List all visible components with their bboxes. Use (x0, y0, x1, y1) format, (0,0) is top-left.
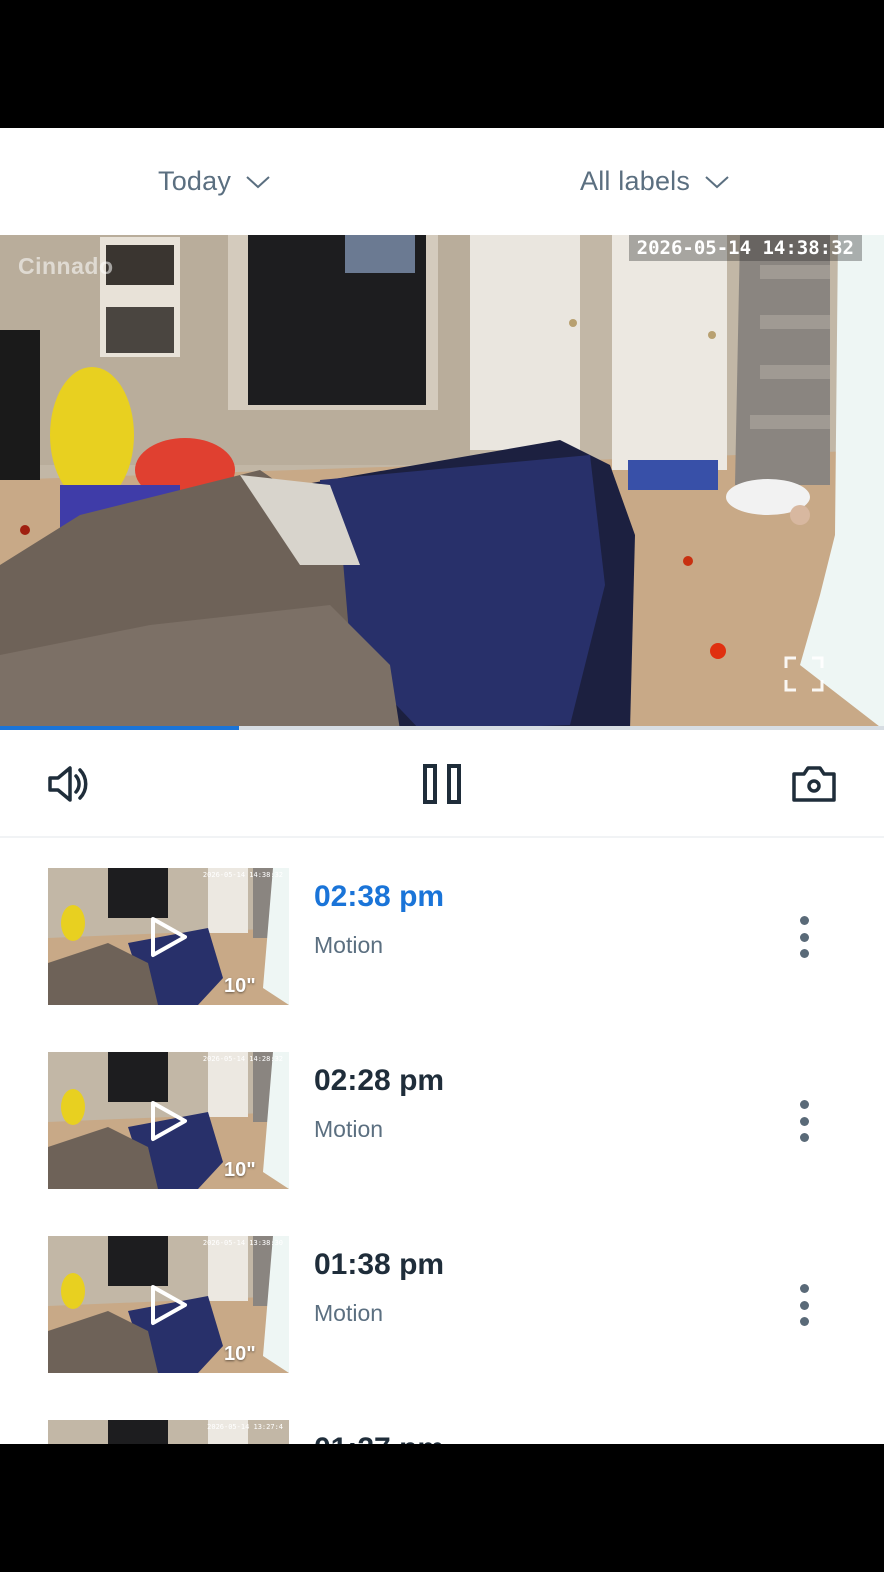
event-time: 01:27 pm (314, 1432, 444, 1444)
event-time: 01:38 pm (314, 1248, 445, 1281)
event-history-screen: Today All labels Cinnado 2026-05-14 14:3… (0, 128, 884, 1444)
event-list-item[interactable]: 2026-05-14 14:38:32 10" 02:38 pm Motion (0, 838, 884, 1023)
filter-row: Today All labels (0, 128, 884, 235)
more-options-icon[interactable] (792, 912, 816, 962)
event-thumbnail[interactable]: 2026-05-14 14:28:32 10" (48, 1052, 289, 1189)
speaker-icon[interactable] (44, 760, 92, 808)
play-icon (151, 917, 187, 957)
more-options-icon[interactable] (792, 1280, 816, 1330)
fullscreen-icon[interactable] (784, 656, 824, 692)
event-label: Motion (314, 1116, 384, 1142)
date-filter-dropdown[interactable]: Today (158, 166, 271, 197)
navigation-bar-area (0, 1444, 884, 1572)
event-list-item[interactable]: 2026-05-14 13:38:30 10" 01:38 pm Motion (0, 1206, 884, 1391)
chevron-down-icon (246, 175, 270, 188)
camera-feed-frame (0, 235, 884, 730)
play-icon (151, 1101, 187, 1141)
event-label: Motion (314, 1300, 384, 1326)
date-filter-label: Today (158, 166, 232, 196)
camera-brand-watermark: Cinnado (18, 253, 114, 279)
thumbnail-timestamp: 2026-05-14 13:27:4 (207, 1423, 283, 1431)
thumbnail-timestamp: 2026-05-14 13:38:30 (202, 1239, 283, 1247)
pause-icon[interactable] (418, 760, 466, 808)
player-controls (0, 730, 884, 838)
camera-icon[interactable] (790, 760, 838, 808)
status-bar-area (0, 0, 884, 128)
video-player[interactable]: Cinnado 2026-05-14 14:38:32 (0, 235, 884, 730)
labels-filter-label: All labels (580, 166, 691, 196)
more-options-icon[interactable] (792, 1096, 816, 1146)
event-label: Motion (314, 932, 384, 958)
event-list-item[interactable]: 2026-05-14 13:27:4 01:27 pm (0, 1390, 884, 1444)
thumbnail-timestamp: 2026-05-14 14:28:32 (202, 1055, 283, 1063)
event-thumbnail[interactable]: 2026-05-14 13:38:30 10" (48, 1236, 289, 1373)
play-icon (151, 1285, 187, 1325)
event-thumbnail[interactable]: 2026-05-14 14:38:32 10" (48, 868, 289, 1005)
event-time: 02:28 pm (314, 1064, 445, 1097)
video-timestamp: 2026-05-14 14:38:32 (628, 235, 862, 261)
thumbnail-timestamp: 2026-05-14 14:38:32 (202, 871, 283, 879)
event-thumbnail[interactable]: 2026-05-14 13:27:4 (48, 1420, 289, 1444)
clip-duration: 10" (224, 1159, 256, 1181)
clip-duration: 10" (224, 975, 256, 997)
chevron-down-icon (705, 175, 729, 188)
clip-duration: 10" (224, 1343, 256, 1365)
labels-filter-dropdown[interactable]: All labels (580, 166, 730, 197)
event-time: 02:38 pm (314, 880, 445, 913)
event-list-item[interactable]: 2026-05-14 14:28:32 10" 02:28 pm Motion (0, 1022, 884, 1207)
